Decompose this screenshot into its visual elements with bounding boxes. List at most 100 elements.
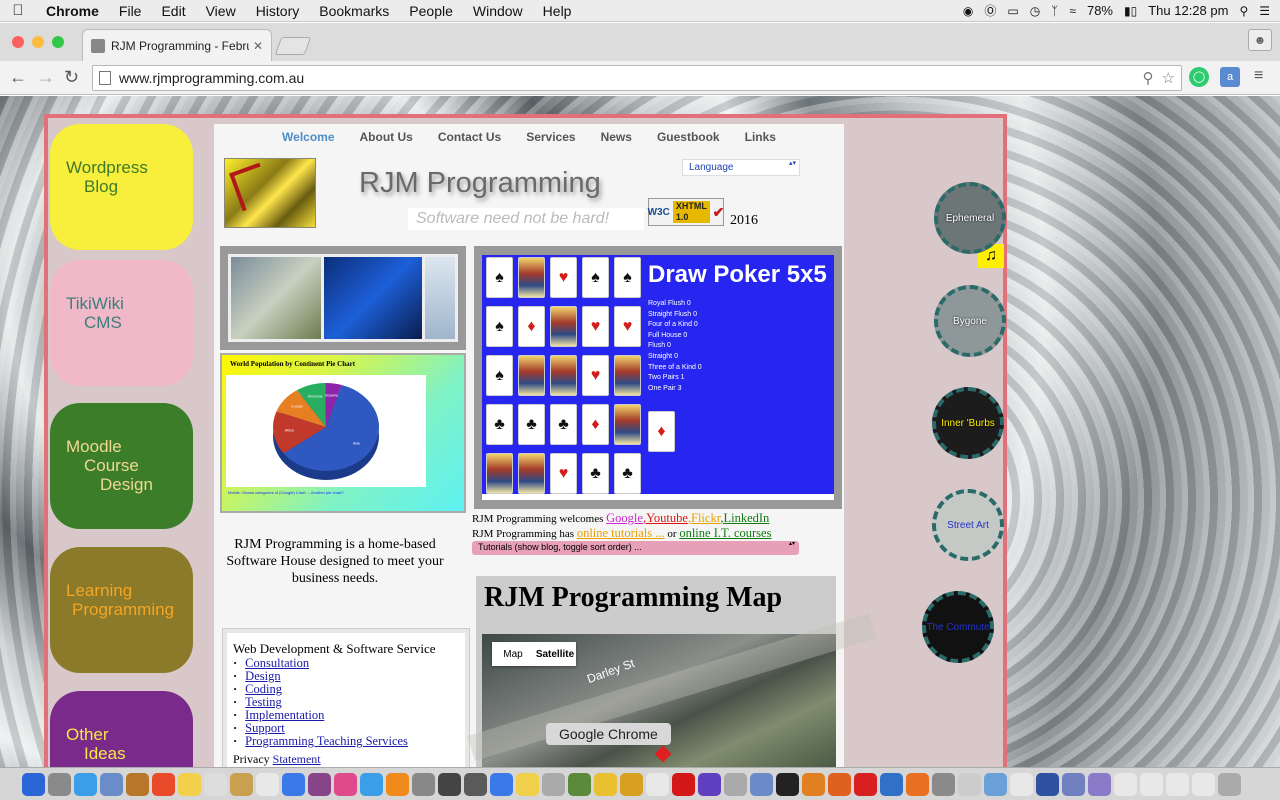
dock-app-icon[interactable] [1088,772,1111,796]
dock-app-icon[interactable] [958,772,981,796]
service-link[interactable]: Implementation [237,708,324,722]
dock-app-icon[interactable] [1010,772,1033,796]
dock-app-icon[interactable] [906,772,929,796]
dock-app-icon[interactable] [100,772,123,796]
notification-center-icon[interactable]: ☰ [1259,4,1270,18]
circle-the-commute[interactable]: The Commute [922,591,994,663]
dock-app-icon[interactable] [672,772,695,796]
menu-edit[interactable]: Edit [151,3,195,19]
dock-app-icon[interactable] [984,772,1007,796]
web-page-viewport[interactable]: Wordpress Blog TikiWiki CMS Moodle Cours… [0,96,1280,767]
dock-app-icon[interactable] [1140,772,1163,796]
menu-help[interactable]: Help [533,3,582,19]
dock-app-icon[interactable] [334,772,357,796]
extension-green-icon[interactable]: ◯ [1189,67,1209,87]
privacy-statement-link[interactable]: Statement [273,752,321,766]
forward-arrow-icon[interactable]: → [37,67,55,88]
pie-chart-link[interactable]: Mobile: Shows categories of (Google) Cha… [228,490,344,496]
playing-card[interactable] [550,355,577,396]
zoom-window-button[interactable] [52,36,64,48]
menu-history[interactable]: History [246,3,310,19]
left-nav-tikiwiki-cms[interactable]: TikiWiki CMS [50,260,193,386]
close-window-button[interactable] [12,36,24,48]
pie-chart-thumbnail[interactable]: World Population by Continent Pie Chart … [220,353,466,513]
playing-card[interactable]: ♠ [486,257,513,298]
close-tab-icon[interactable]: ✕ [253,39,263,53]
playing-card[interactable]: ♥ [550,257,577,298]
playing-card[interactable] [518,355,545,396]
dock-app-icon[interactable] [22,772,45,796]
dock-app-icon[interactable] [204,772,227,796]
dock-app-icon[interactable] [594,772,617,796]
b-extension-icon[interactable]: Ⓞ [984,2,996,19]
circle-street-art[interactable]: Street Art [932,489,1004,561]
circle-bygone[interactable]: Bygone [934,285,1006,357]
dock-app-icon[interactable] [308,772,331,796]
playing-card[interactable]: ♠ [486,355,513,396]
nav-about-us[interactable]: About Us [360,130,413,144]
circle-inner-burbs[interactable]: Inner 'Burbs [932,387,1004,459]
screenshot-thumbnail[interactable] [220,246,466,350]
dock-app-icon[interactable] [48,772,71,796]
address-bar[interactable]: www.rjmprogramming.com.au ⚲ ☆ [92,65,1182,91]
draw-poker-thumbnail[interactable]: Draw Poker 5x5 Royal Flush 0 Straight Flu… [474,246,842,509]
nav-links[interactable]: Links [745,130,776,144]
back-arrow-icon[interactable]: ← [9,67,27,88]
playing-card[interactable]: ♥ [550,453,577,494]
playing-card[interactable]: ♥ [582,306,609,347]
link-online-tutorials[interactable]: online tutorials ... [577,526,665,540]
dock-app-icon[interactable] [1166,772,1189,796]
dock-app-icon[interactable] [724,772,747,796]
dock-app-icon[interactable] [542,772,565,796]
dock-app-icon[interactable] [1192,772,1215,796]
playing-card[interactable]: ♣ [550,404,577,445]
menu-window[interactable]: Window [463,3,533,19]
dock-app-icon[interactable] [1036,772,1059,796]
service-link[interactable]: Programming Teaching Services [237,734,408,748]
playing-card[interactable]: ♦ [518,306,545,347]
dock-app-icon[interactable] [152,772,175,796]
time-machine-icon[interactable]: ◷ [1030,4,1040,18]
tutorials-select[interactable]: Tutorials (show blog, toggle sort order)… [472,541,799,555]
dock-app-icon[interactable] [620,772,643,796]
dock-app-icon[interactable] [490,772,513,796]
playing-card[interactable]: ♣ [518,404,545,445]
menu-bookmarks[interactable]: Bookmarks [309,3,399,19]
extension-blue-icon[interactable]: a [1220,67,1240,87]
dock-app-icon[interactable] [568,772,591,796]
dock-app-icon[interactable] [698,772,721,796]
w3c-xhtml-badge[interactable]: W3C XHTML 1.0 ✔ [648,198,724,226]
dock-app-icon[interactable] [438,772,461,796]
dock-app-icon[interactable] [1062,772,1085,796]
dock-app-icon[interactable] [880,772,903,796]
playing-card[interactable] [614,404,641,445]
menu-app-chrome[interactable]: Chrome [36,3,109,19]
language-select[interactable]: Language [682,159,800,176]
map-type-satellite-button[interactable]: Satellite [534,649,576,660]
service-link[interactable]: Support [237,721,285,735]
dock-app-icon[interactable] [282,772,305,796]
map-type-map-button[interactable]: Map [492,649,534,660]
link-online-courses[interactable]: online I.T. courses [679,526,771,540]
dock-app-icon[interactable] [828,772,851,796]
spotlight-search-icon[interactable]: ⚲ [1239,4,1248,18]
playing-card[interactable]: ♥ [614,306,641,347]
site-logo[interactable] [224,158,316,228]
nav-services[interactable]: Services [526,130,575,144]
dock-app-icon[interactable] [854,772,877,796]
link-google[interactable]: Google [606,511,643,525]
playing-card[interactable]: ♣ [582,453,609,494]
service-link[interactable]: Testing [237,695,282,709]
dock-app-icon[interactable] [1218,772,1241,796]
playing-card[interactable] [518,257,545,298]
bluetooth-icon[interactable]: ᛉ [1051,4,1058,18]
dock-app-icon[interactable] [932,772,955,796]
service-link[interactable]: Consultation [237,656,309,670]
playing-card[interactable]: ♠ [486,306,513,347]
menu-file[interactable]: File [109,3,152,19]
link-linkedin[interactable]: ,LinkedIn [720,511,769,525]
link-youtube[interactable]: ,Youtube [643,511,688,525]
nav-guestbook[interactable]: Guestbook [657,130,720,144]
playing-card[interactable]: ♣ [486,404,513,445]
dock-app-icon[interactable] [750,772,773,796]
